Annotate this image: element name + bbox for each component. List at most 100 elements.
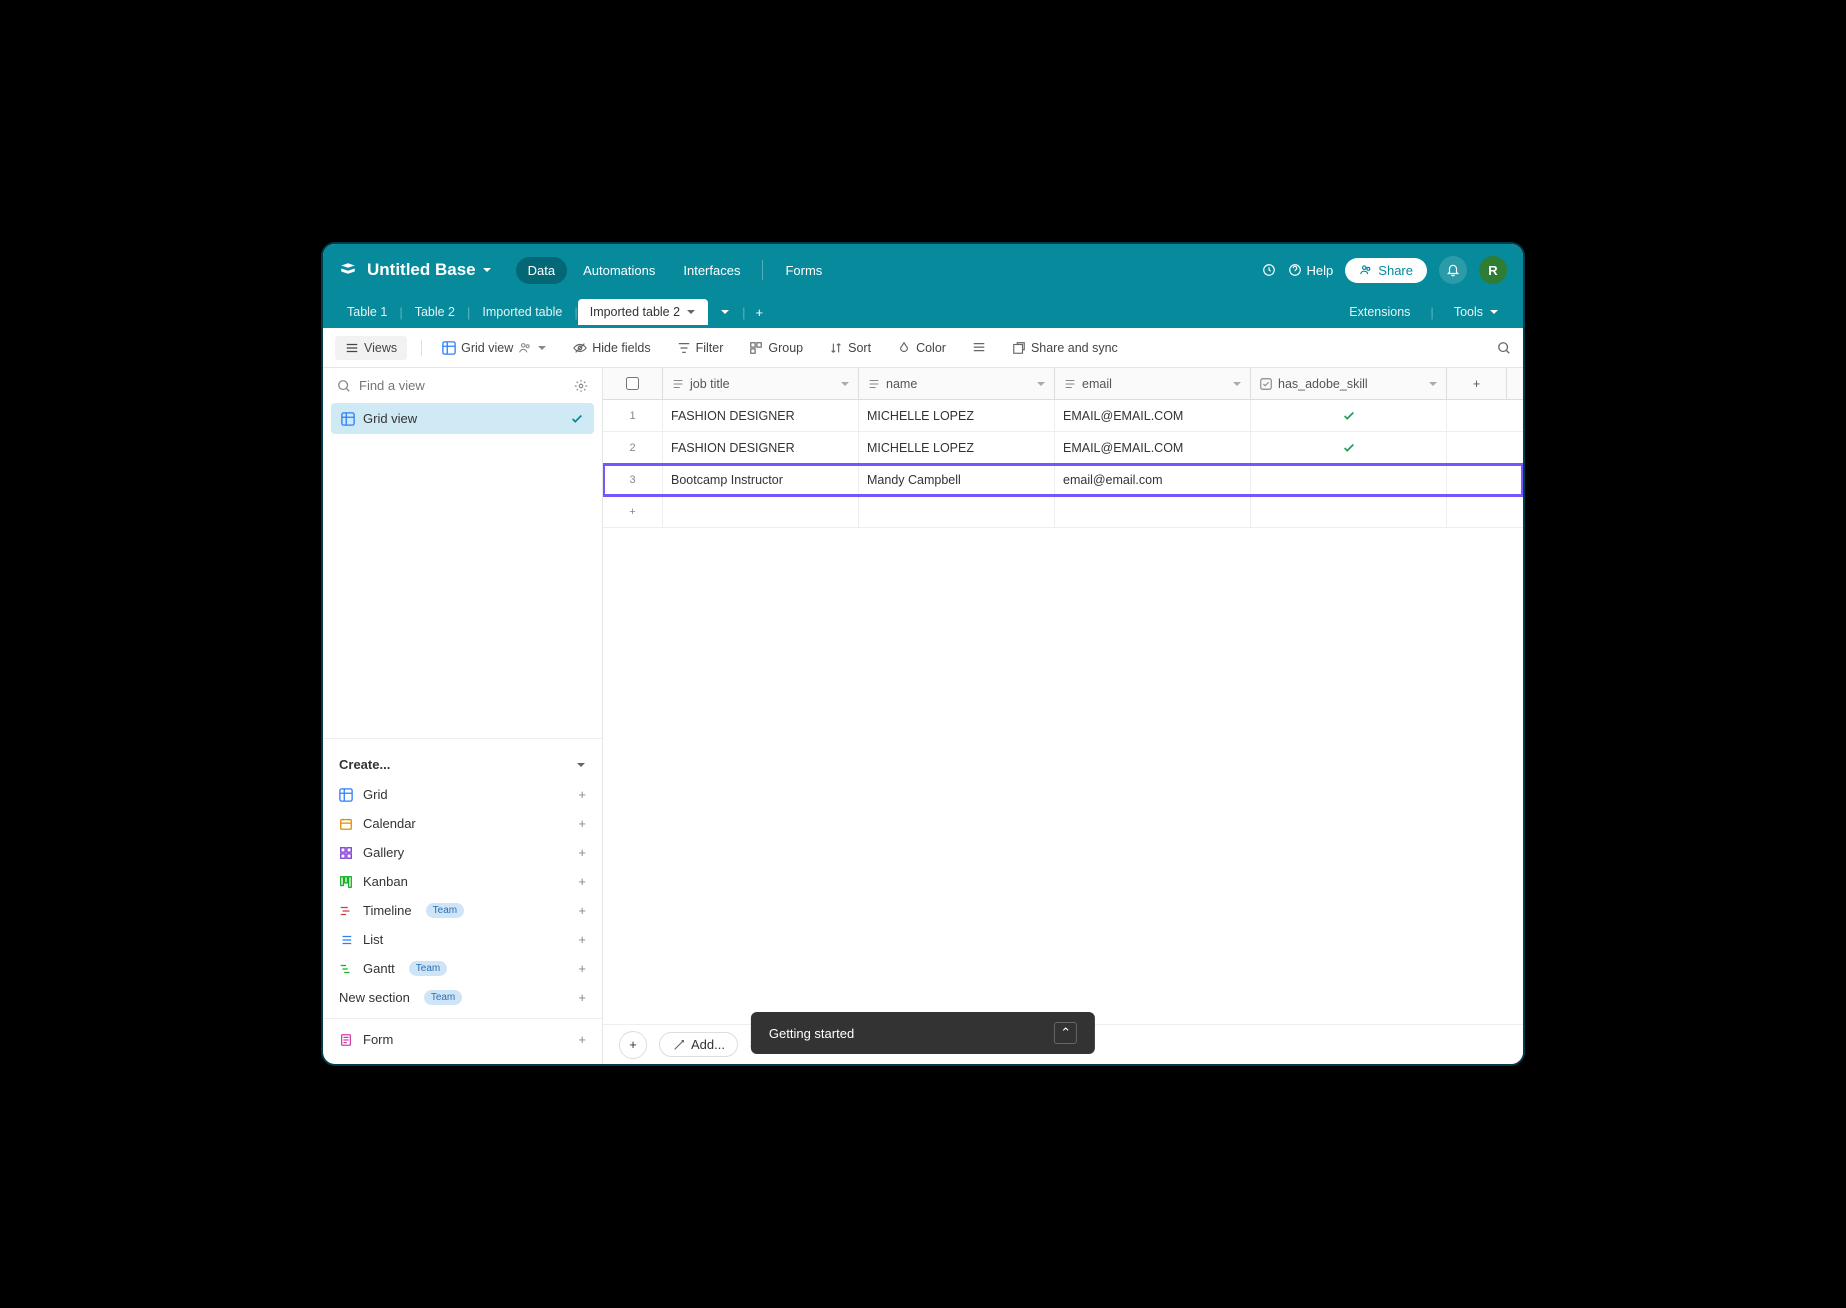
views-toggle[interactable]: Views (335, 336, 407, 360)
add-table-button[interactable]: + (745, 305, 773, 320)
text-icon (1063, 377, 1077, 391)
plus-icon: + (603, 496, 663, 527)
chevron-down-icon (1489, 307, 1499, 317)
history-icon[interactable] (1262, 263, 1276, 277)
data-grid: job title name email has_adobe_skill (603, 368, 1523, 1064)
column-header-name[interactable]: name (859, 368, 1055, 399)
add-row[interactable]: + (603, 496, 1523, 528)
create-new-section[interactable]: New section Team + (323, 983, 602, 1012)
form-icon (339, 1033, 353, 1047)
color-button[interactable]: Color (891, 337, 952, 359)
base-title[interactable]: Untitled Base (367, 260, 492, 280)
bell-icon (1446, 263, 1460, 277)
cell-email[interactable]: EMAIL@EMAIL.COM (1055, 400, 1251, 431)
grid-icon (341, 412, 355, 426)
sort-button[interactable]: Sort (823, 337, 877, 359)
plus-icon: + (578, 816, 586, 831)
chevron-up-icon[interactable]: ⌃ (1054, 1022, 1077, 1044)
cell-job-title[interactable]: Bootcamp Instructor (663, 464, 859, 495)
row-height-button[interactable] (966, 337, 992, 359)
getting-started-panel[interactable]: Getting started ⌃ (751, 1012, 1095, 1054)
table-tab-active[interactable]: Imported table 2 (578, 299, 708, 325)
table-tab[interactable]: Table 2 (403, 299, 467, 325)
table-tab[interactable]: Table 1 (335, 299, 399, 325)
top-nav: Data Automations Interfaces Forms (516, 257, 835, 284)
cell-name[interactable]: MICHELLE LOPEZ (859, 400, 1055, 431)
column-header-adobe[interactable]: has_adobe_skill (1251, 368, 1447, 399)
hide-fields-button[interactable]: Hide fields (567, 337, 656, 359)
create-timeline[interactable]: Timeline Team + (323, 896, 602, 925)
create-list[interactable]: List+ (323, 925, 602, 954)
nav-data[interactable]: Data (516, 257, 567, 284)
chevron-down-icon (482, 265, 492, 275)
select-all-header[interactable] (603, 368, 663, 399)
team-badge: Team (424, 990, 462, 1005)
add-column-button[interactable]: + (1447, 368, 1507, 399)
list-icon (339, 933, 353, 947)
create-gantt[interactable]: Gantt Team + (323, 954, 602, 983)
create-kanban[interactable]: Kanban+ (323, 867, 602, 896)
create-calendar[interactable]: Calendar+ (323, 809, 602, 838)
table-row[interactable]: 1FASHION DESIGNERMICHELLE LOPEZEMAIL@EMA… (603, 400, 1523, 432)
view-search-input[interactable] (359, 378, 566, 393)
column-header-email[interactable]: email (1055, 368, 1251, 399)
create-form[interactable]: Form+ (323, 1025, 602, 1054)
grid-icon (442, 341, 456, 355)
cell-job-title[interactable]: FASHION DESIGNER (663, 432, 859, 463)
filter-button[interactable]: Filter (671, 337, 730, 359)
help-button[interactable]: Help (1288, 263, 1334, 278)
extensions-button[interactable]: Extensions (1337, 299, 1422, 325)
search-icon[interactable] (1497, 341, 1511, 355)
tab-dropdown[interactable] (708, 301, 742, 323)
share-button[interactable]: Share (1345, 258, 1427, 283)
group-button[interactable]: Group (743, 337, 809, 359)
settings-icon[interactable] (574, 379, 588, 393)
nav-forms[interactable]: Forms (773, 257, 834, 284)
chevron-down-icon (576, 760, 586, 770)
add-record-button[interactable]: + (619, 1031, 647, 1059)
plus-icon: + (578, 874, 586, 889)
user-avatar[interactable]: R (1479, 256, 1507, 284)
share-sync-button[interactable]: Share and sync (1006, 337, 1124, 359)
checkbox-icon (1259, 377, 1273, 391)
cell-name[interactable]: MICHELLE LOPEZ (859, 432, 1055, 463)
text-icon (671, 377, 685, 391)
nav-automations[interactable]: Automations (571, 257, 667, 284)
tools-button[interactable]: Tools (1442, 299, 1511, 325)
nav-interfaces[interactable]: Interfaces (671, 257, 752, 284)
table-row[interactable]: 3Bootcamp InstructorMandy Campbellemail@… (603, 464, 1523, 496)
create-gallery[interactable]: Gallery+ (323, 838, 602, 867)
view-search (323, 368, 602, 403)
team-badge: Team (426, 903, 464, 918)
table-tab[interactable]: Imported table (470, 299, 574, 325)
wand-icon (672, 1038, 686, 1052)
cell-job-title[interactable]: FASHION DESIGNER (663, 400, 859, 431)
column-header-job-title[interactable]: job title (663, 368, 859, 399)
grid-header-row: job title name email has_adobe_skill (603, 368, 1523, 400)
cell-adobe[interactable] (1251, 400, 1447, 431)
select-all-checkbox[interactable] (626, 377, 639, 390)
plus-icon: + (578, 903, 586, 918)
create-grid[interactable]: Grid+ (323, 780, 602, 809)
table-row[interactable]: 2FASHION DESIGNERMICHELLE LOPEZEMAIL@EMA… (603, 432, 1523, 464)
check-icon (1342, 441, 1356, 455)
cell-name[interactable]: Mandy Campbell (859, 464, 1055, 495)
share-icon (1012, 341, 1026, 355)
cell-email[interactable]: EMAIL@EMAIL.COM (1055, 432, 1251, 463)
cell-adobe[interactable] (1251, 464, 1447, 495)
chevron-down-icon (720, 307, 730, 317)
view-item-grid[interactable]: Grid view (331, 403, 594, 434)
grid-view-selector[interactable]: Grid view (436, 337, 553, 359)
grid-body: 1FASHION DESIGNERMICHELLE LOPEZEMAIL@EMA… (603, 400, 1523, 1064)
cell-email[interactable]: email@email.com (1055, 464, 1251, 495)
plus-icon: + (578, 787, 586, 802)
chevron-down-icon (1036, 379, 1046, 389)
text-icon (867, 377, 881, 391)
menu-icon (345, 341, 359, 355)
create-header[interactable]: Create... (323, 749, 602, 780)
cell-adobe[interactable] (1251, 432, 1447, 463)
add-menu-button[interactable]: Add... (659, 1032, 738, 1057)
notifications-button[interactable] (1439, 256, 1467, 284)
top-right: Help Share R (1262, 256, 1507, 284)
filter-icon (677, 341, 691, 355)
